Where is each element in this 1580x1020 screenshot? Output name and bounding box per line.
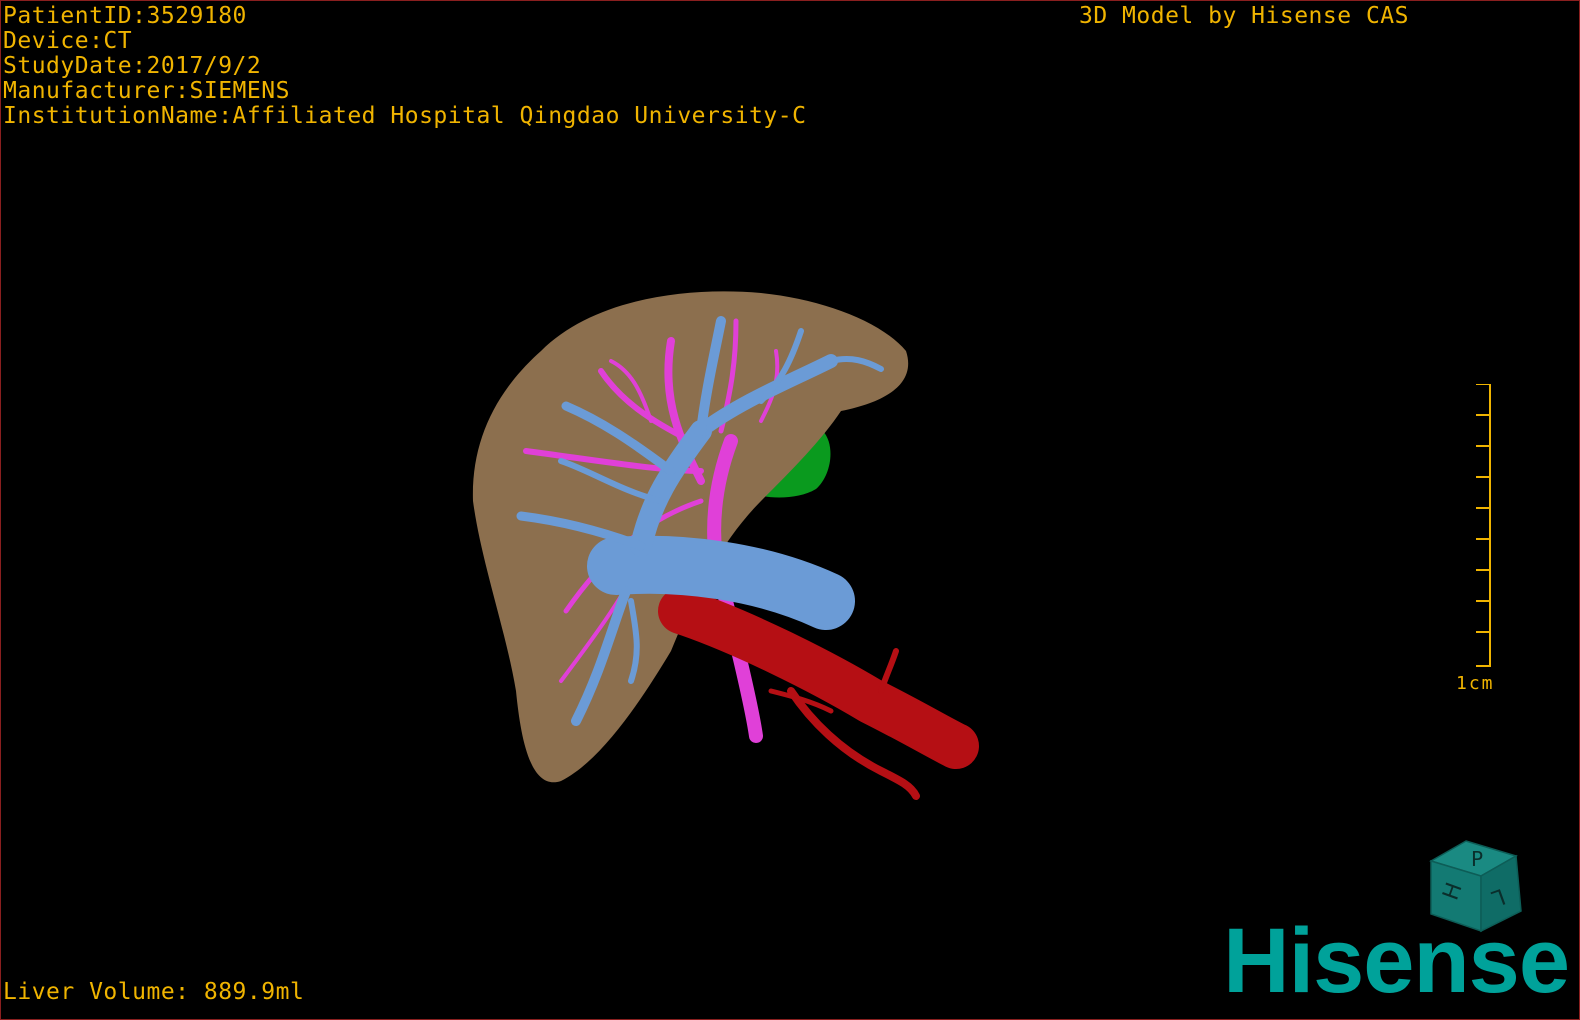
scale-bar-label: 1cm xyxy=(1456,673,1495,694)
artery xyxy=(658,588,979,800)
viewer-viewport[interactable]: PatientID:3529180 Device:CT StudyDate:20… xyxy=(0,0,1580,1020)
liver-volume-text: Liver Volume: 889.9ml xyxy=(3,979,305,1005)
hisense-logo: Hisense xyxy=(1223,910,1570,1012)
scale-bar xyxy=(1476,384,1491,667)
3d-liver-model[interactable] xyxy=(1,1,1579,1019)
cube-face-top: P xyxy=(1471,847,1483,871)
